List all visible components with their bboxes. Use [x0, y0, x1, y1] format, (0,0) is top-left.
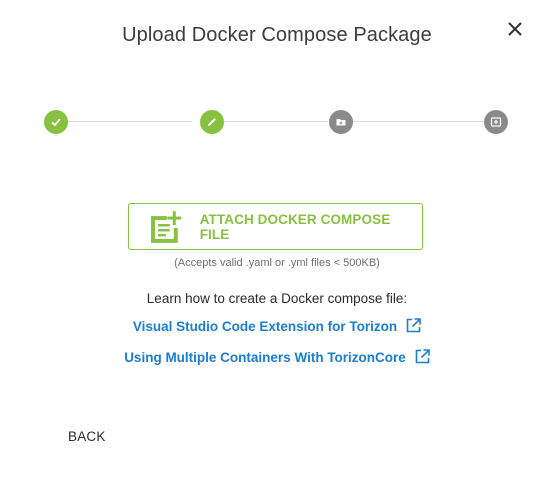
step-4-add-box-icon	[484, 110, 508, 134]
step-2-pencil-icon	[200, 110, 224, 134]
step-3-folder-icon	[329, 110, 353, 134]
dialog-title: Upload Docker Compose Package	[122, 24, 432, 46]
stepper	[0, 108, 554, 136]
back-button[interactable]: BACK	[68, 429, 106, 444]
link-vscode-extension: Visual Studio Code Extension for Torizon	[0, 318, 554, 334]
external-link-icon[interactable]	[406, 318, 421, 333]
attach-compose-file-button[interactable]: ATTACH DOCKER COMPOSE FILE	[128, 203, 423, 250]
file-requirements-hint: (Accepts valid .yaml or .yml files < 500…	[174, 257, 380, 269]
link-multiple-containers: Using Multiple Containers With TorizonCo…	[0, 349, 554, 365]
close-icon[interactable]	[504, 18, 526, 40]
link-multiple-containers-label[interactable]: Using Multiple Containers With TorizonCo…	[124, 350, 406, 365]
external-link-icon[interactable]	[415, 349, 430, 364]
link-vscode-extension-label[interactable]: Visual Studio Code Extension for Torizon	[133, 319, 397, 334]
step-connector	[68, 121, 192, 122]
upload-dialog: Upload Docker Compose Package ATTACH DOC…	[0, 0, 554, 500]
learn-heading: Learn how to create a Docker compose fil…	[146, 291, 408, 306]
step-connector	[224, 121, 328, 122]
attach-button-label: ATTACH DOCKER COMPOSE FILE	[199, 211, 391, 242]
note-add-icon	[150, 210, 182, 243]
step-1-check-icon	[44, 110, 68, 134]
step-connector	[352, 121, 484, 122]
